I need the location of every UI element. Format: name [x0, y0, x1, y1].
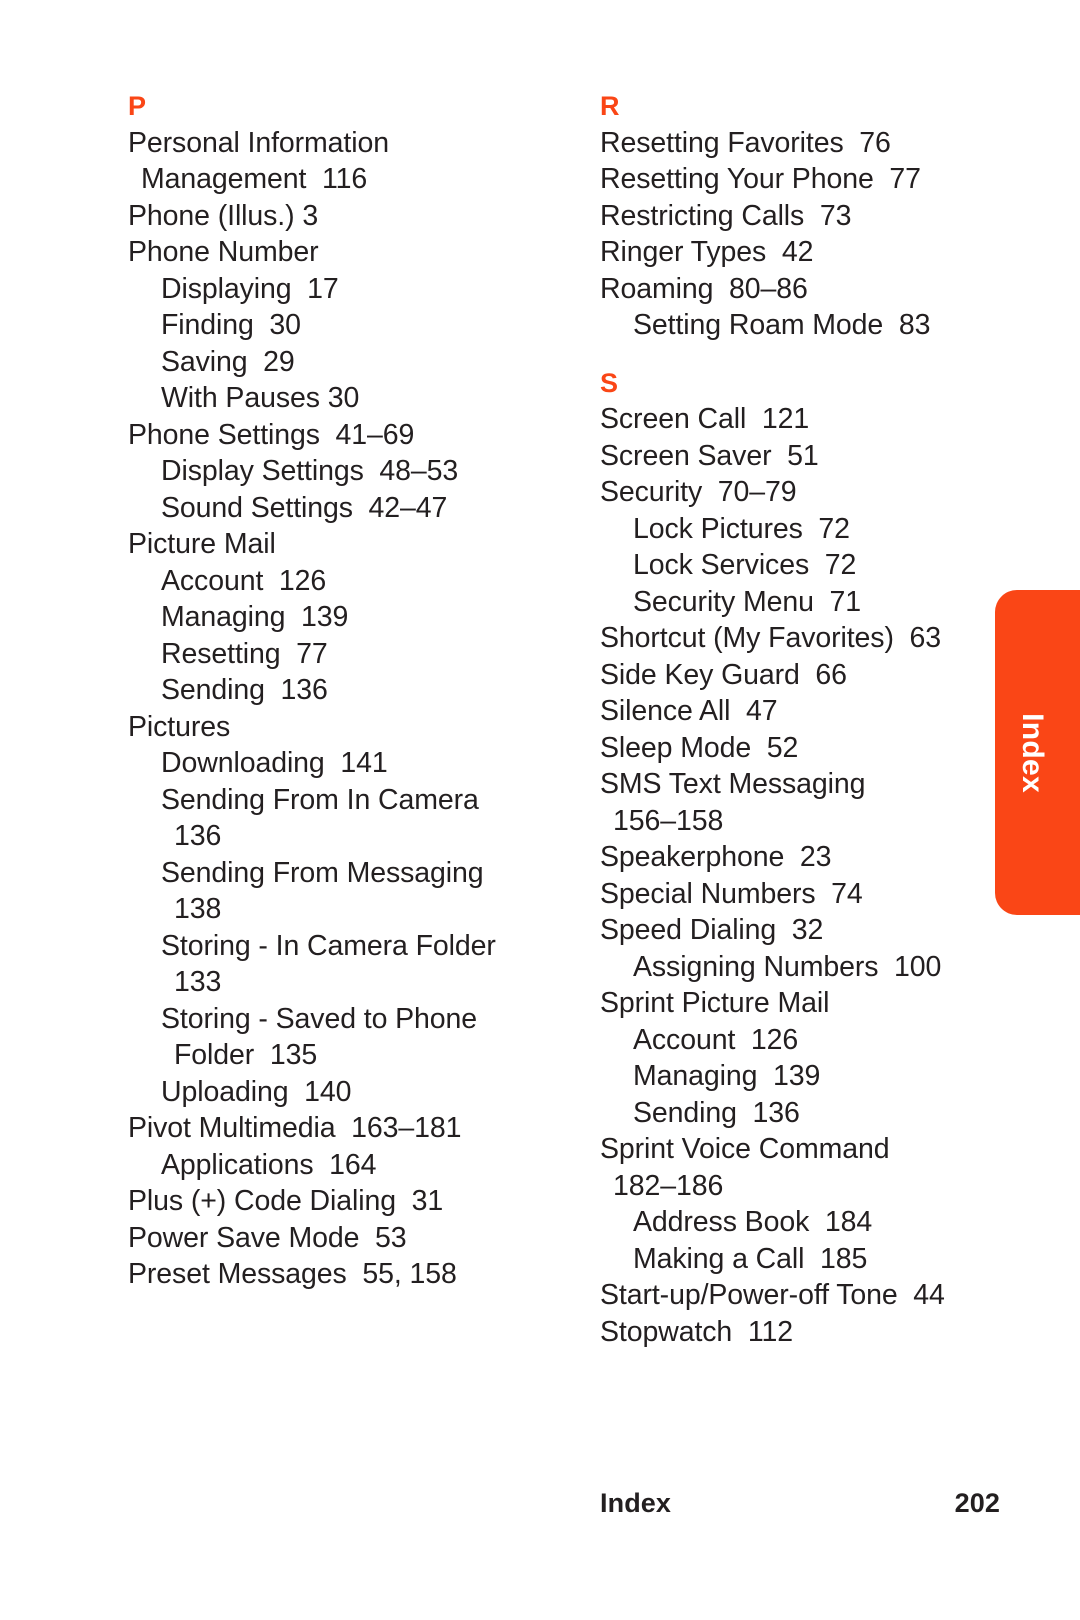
index-entry: Downloading 141	[161, 747, 388, 779]
index-entry: Phone Number	[128, 236, 319, 268]
index-entry: Sprint Voice Command	[600, 1133, 890, 1165]
index-column-right: R Resetting Favorites 76 Resetting Your Ph…	[600, 88, 1020, 1350]
index-entry: With Pauses 30	[161, 382, 360, 414]
index-entry: Silence All 47	[600, 695, 778, 727]
index-entry: Lock Services 72	[633, 549, 857, 581]
index-entry: Screen Call 121	[600, 403, 810, 435]
index-entry: Managing 139	[633, 1060, 821, 1092]
footer-section-label: Index	[600, 1488, 672, 1518]
index-entry: 138	[174, 893, 222, 925]
index-entry: Personal Information	[128, 126, 389, 159]
index-entry: 133	[174, 966, 222, 998]
index-entry: Uploading 140	[161, 1075, 352, 1108]
index-entry-list: Screen Call 121 Screen Saver 51 Security 7…	[600, 401, 1020, 1350]
index-entry: 156–158	[613, 804, 724, 837]
index-entry: Applications 164	[161, 1148, 377, 1181]
index-entry: 182–186	[613, 1169, 724, 1202]
index-entry: Roaming 80–86	[600, 272, 808, 305]
index-entry: Address Book 184	[633, 1206, 873, 1238]
index-entry: Resetting Your Phone 77	[600, 163, 921, 195]
index-entry: Sprint Picture Mail	[600, 987, 830, 1019]
index-entry: Display Settings 48–53	[161, 455, 459, 487]
index-entry: Preset Messages 55, 158	[128, 1258, 457, 1290]
index-entry: Stopwatch 112	[600, 1315, 793, 1348]
index-entry: Account 126	[633, 1023, 799, 1056]
section-letter-s: S	[600, 367, 619, 398]
index-entry: Managing 139	[161, 601, 349, 633]
index-entry: Resetting Favorites 76	[600, 126, 891, 159]
index-entry: Saving 29	[161, 345, 295, 378]
index-entry: SMS Text Messaging	[600, 768, 866, 800]
index-entry: Pivot Multimedia 163–181	[128, 1112, 462, 1144]
index-entry: 136	[174, 820, 222, 852]
side-index-tab: Index	[995, 590, 1080, 915]
index-entry: Picture Mail	[128, 528, 276, 560]
index-entry: Phone Settings 41–69	[128, 418, 415, 451]
index-entry: Sending From In Camera	[161, 783, 479, 816]
side-index-tab-label: Index	[1016, 712, 1049, 793]
index-entry: Folder 135	[174, 1039, 318, 1071]
index-entry: Pictures	[128, 710, 231, 743]
index-entry: Finding 30	[161, 309, 301, 341]
index-entry: Security Menu 71	[633, 585, 861, 618]
page-footer: Index 202	[600, 1488, 1000, 1519]
index-entry: Ringer Types 42	[600, 236, 814, 268]
index-columns: P Personal Information Management 116 Phone…	[0, 0, 1080, 1620]
index-entry: Making a Call 185	[633, 1242, 868, 1275]
index-entry: Speakerphone 23	[600, 841, 832, 873]
index-entry: Plus (+) Code Dialing 31	[128, 1185, 444, 1217]
index-entry: Sleep Mode 52	[600, 731, 799, 764]
index-entry: Displaying 17	[161, 272, 339, 305]
index-entry: Account 126	[161, 564, 327, 597]
index-page: P Personal Information Management 116 Phone…	[0, 0, 1080, 1620]
index-entry: Sending 136	[161, 674, 328, 706]
index-entry: Resetting 77	[161, 637, 328, 670]
footer-page-number: 202	[954, 1488, 1000, 1518]
section-letter-p: P	[128, 91, 147, 121]
index-entry: Side Key Guard 66	[600, 658, 847, 691]
section-letter-r: R	[600, 91, 620, 121]
index-entry-list: Resetting Favorites 76 Resetting Your Pho…	[600, 125, 1020, 344]
index-entry: Shortcut (My Favorites) 63	[600, 622, 941, 654]
index-entry: Management 116	[141, 163, 368, 195]
index-entry: Sending 136	[633, 1096, 800, 1129]
index-entry: Power Save Mode 53	[128, 1221, 407, 1254]
index-entry: Storing - In Camera Folder	[161, 929, 496, 962]
index-entry: Start-up/Power-off Tone 44	[600, 1279, 945, 1311]
index-entry: Assigning Numbers 100	[633, 950, 942, 983]
index-entry: Restricting Calls 73	[600, 199, 852, 232]
index-entry: Screen Saver 51	[600, 439, 819, 472]
index-entry: Storing - Saved to Phone	[161, 1002, 478, 1035]
index-entry: Setting Roam Mode 83	[633, 309, 931, 341]
index-entry: Speed Dialing 32	[600, 914, 824, 946]
index-entry-list: Personal Information Management 116 Phone …	[128, 125, 548, 1293]
index-entry: Phone (Illus.) 3	[128, 199, 319, 232]
index-entry: Security 70–79	[600, 476, 797, 508]
index-column-left: P Personal Information Management 116 Phone…	[128, 88, 548, 1293]
index-entry: Special Numbers 74	[600, 877, 863, 910]
index-entry: Sending From Messaging	[161, 856, 484, 889]
index-entry: Lock Pictures 72	[633, 512, 850, 545]
index-entry: Sound Settings 42–47	[161, 491, 448, 524]
